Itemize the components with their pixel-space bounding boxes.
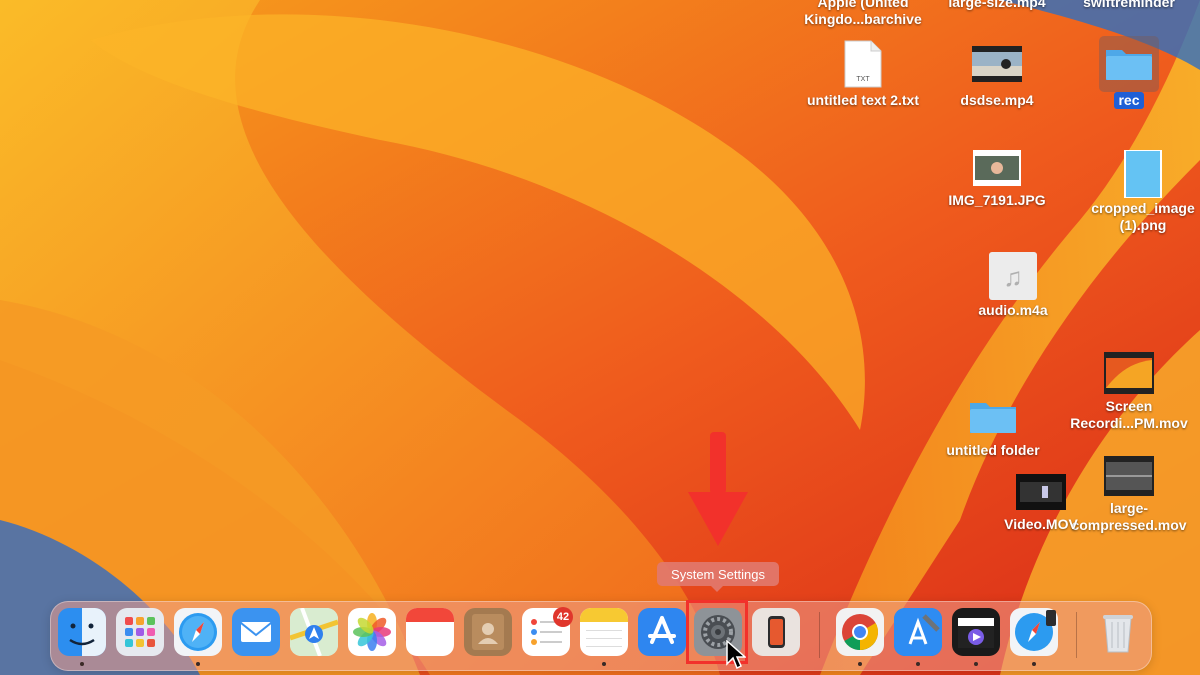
running-indicator <box>916 662 920 666</box>
running-indicator <box>858 662 862 666</box>
reminders-badge: 42 <box>553 607 573 627</box>
app-store-icon <box>648 616 676 644</box>
desktop-icon-label: audio.m4a <box>978 302 1048 318</box>
notes-icon <box>580 608 628 647</box>
audio-file-icon: ♫ <box>983 250 1043 302</box>
photo-thumbnail-icon <box>967 144 1027 192</box>
video-thumbnail-icon <box>1011 468 1071 516</box>
folder-icon <box>963 392 1023 442</box>
running-indicator <box>1032 662 1036 666</box>
desktop-icon-label: Screen Recordi...PM.mov <box>1070 398 1188 431</box>
calendar-icon <box>406 608 454 622</box>
dock-app-notes[interactable] <box>580 608 628 656</box>
simulator-icon <box>1015 610 1056 651</box>
xcode-icon <box>894 608 942 656</box>
launchpad-icon <box>125 617 155 647</box>
desktop-icon-archive[interactable]: Apple (United Kingdo...barchive <box>798 0 928 28</box>
desktop-icon-label: Apple (United Kingdo...barchive <box>804 0 922 27</box>
desktop-icon-untitled-folder[interactable]: untitled folder <box>928 392 1058 459</box>
dock-app-mail[interactable] <box>232 608 280 656</box>
video-thumbnail-icon <box>967 36 1027 92</box>
desktop-icon-video-mov[interactable]: Video.MOV <box>976 468 1106 533</box>
dock-app-launchpad[interactable] <box>116 608 164 656</box>
dock-app-trash[interactable] <box>1094 608 1142 656</box>
dock-app-maps[interactable] <box>289 607 339 657</box>
mouse-cursor-icon <box>726 640 746 670</box>
dock-app-contacts[interactable] <box>464 608 512 656</box>
video-thumbnail-icon <box>1099 452 1159 500</box>
desktop-icon-large-size[interactable]: large-size.mp4 <box>932 0 1062 11</box>
desktop-icon-label: swiftreminder <box>1083 0 1175 10</box>
desktop-icon-screen-recording[interactable]: Screen Recordi...PM.mov <box>1064 348 1194 432</box>
desktop-icon-label: dsdse.mp4 <box>960 92 1034 108</box>
running-indicator <box>602 662 606 666</box>
running-indicator <box>196 662 200 666</box>
trash-icon <box>1103 615 1133 653</box>
video-thumbnail-icon <box>1099 348 1159 398</box>
safari-icon <box>179 613 217 651</box>
dock-app-finder[interactable] <box>58 608 106 656</box>
maps-icon <box>289 607 339 657</box>
folder-icon <box>1099 36 1159 92</box>
desktop-icon-label: rec <box>1114 92 1144 109</box>
dock-app-iphone-mirroring[interactable] <box>752 608 800 656</box>
chrome-icon <box>842 614 879 651</box>
desktop-icon-label: large-size.mp4 <box>948 0 1046 10</box>
desktop-icon-untitled-text[interactable]: TXT untitled text 2.txt <box>798 36 928 109</box>
iphone-mirroring-icon <box>768 616 785 648</box>
desktop-icon-label: Video.MOV <box>1004 516 1078 532</box>
final-cut-icon <box>958 618 994 648</box>
photos-icon <box>353 613 391 651</box>
dock-app-simulator[interactable] <box>1010 608 1058 656</box>
svg-text:TXT: TXT <box>856 76 870 83</box>
desktop-icon-label: cropped_image (1).png <box>1091 200 1195 233</box>
dock-app-final-cut[interactable] <box>952 608 1000 656</box>
desktop-icon-rec[interactable]: rec <box>1064 36 1194 109</box>
dock-app-calendar[interactable] <box>406 608 454 656</box>
desktop-icon-img-7191[interactable]: IMG_7191.JPG <box>932 144 1062 209</box>
mail-icon <box>240 622 272 642</box>
dock-separator <box>819 612 820 658</box>
image-file-icon <box>1113 148 1173 200</box>
desktop-icon-label: untitled folder <box>946 442 1040 458</box>
dock-separator <box>1076 612 1077 658</box>
dock-app-app-store[interactable] <box>638 608 686 656</box>
dock-app-photos[interactable] <box>348 608 396 656</box>
desktop-icon-swiftreminder[interactable]: swiftreminder <box>1064 0 1194 11</box>
desktop-icon-dsdse[interactable]: dsdse.mp4 <box>932 36 1062 109</box>
dock-app-xcode[interactable] <box>894 608 942 656</box>
running-indicator <box>974 662 978 666</box>
running-indicator <box>80 662 84 666</box>
desktop-icon-cropped-image[interactable]: cropped_image (1).png <box>1078 148 1200 234</box>
dock-app-safari[interactable] <box>174 608 222 656</box>
desktop-icon-label: IMG_7191.JPG <box>948 192 1046 208</box>
desktop-icon-label: untitled text 2.txt <box>806 92 919 108</box>
dock-tooltip: System Settings <box>657 562 779 592</box>
txt-document-icon: TXT <box>833 36 893 92</box>
finder-icon <box>58 608 106 656</box>
desktop-icon-audio[interactable]: ♫ audio.m4a <box>948 250 1078 319</box>
annotation-arrow <box>688 432 748 546</box>
contacts-icon <box>472 614 504 650</box>
dock-app-chrome[interactable] <box>836 608 884 656</box>
svg-text:♫: ♫ <box>1003 262 1023 292</box>
